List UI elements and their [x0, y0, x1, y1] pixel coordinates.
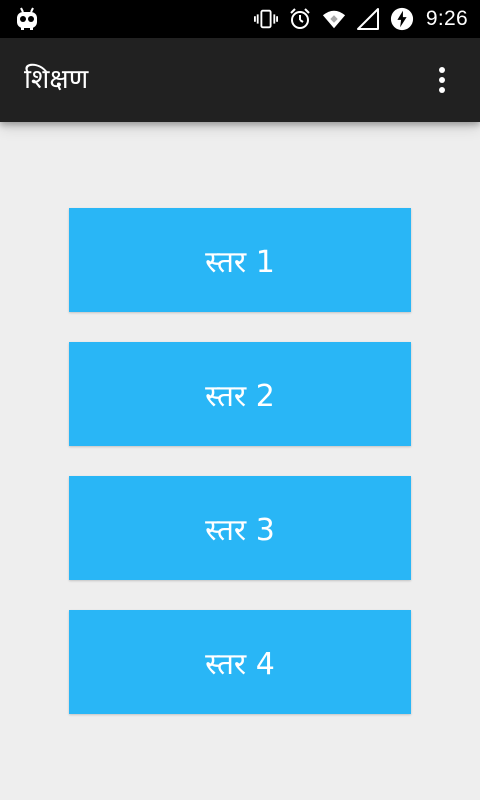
status-bar: 9:26 [0, 0, 480, 38]
level-2-button[interactable]: स्तर 2 [69, 342, 411, 446]
menu-dot [439, 87, 445, 93]
app-bar: शिक्षण [0, 38, 480, 122]
app-title: शिक्षण [24, 64, 89, 95]
battery-charging-icon [390, 7, 414, 31]
menu-dot [439, 67, 445, 73]
status-icons: 9:26 [253, 0, 468, 38]
level-4-button[interactable]: स्तर 4 [69, 610, 411, 714]
level-3-button[interactable]: स्तर 3 [69, 476, 411, 580]
more-vert-icon[interactable] [426, 64, 458, 96]
status-time: 9:26 [425, 7, 468, 30]
menu-dot [439, 77, 445, 83]
alarm-icon [288, 7, 312, 31]
vibrate-icon [253, 7, 278, 31]
wifi-icon [322, 7, 346, 31]
robot-notification-icon [14, 6, 40, 32]
level-list: स्तर 1 स्तर 2 स्तर 3 स्तर 4 [69, 208, 411, 744]
level-1-button[interactable]: स्तर 1 [69, 208, 411, 312]
signal-icon [356, 7, 380, 31]
